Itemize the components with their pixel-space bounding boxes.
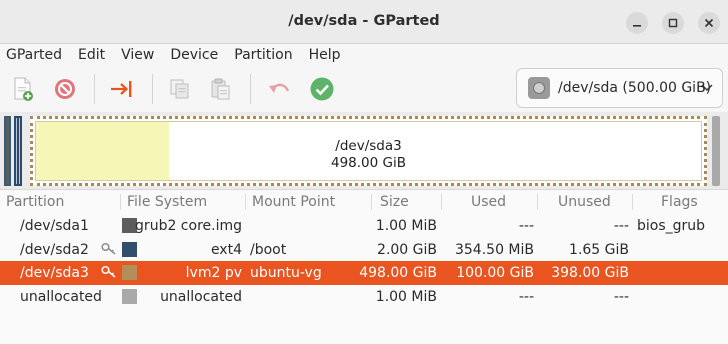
menu-view[interactable]: View [113,47,162,63]
partition-block-size: 498.00 GiB [330,155,406,171]
cell-used: 354.50 MiB [454,241,534,258]
partition-block-text: /dev/sda3 498.00 GiB [36,138,701,172]
cell-partition: /dev/sda2 [20,241,89,258]
toolbar-separator [94,74,95,104]
cell-size: 1.00 MiB [375,288,437,305]
menu-edit[interactable]: Edit [70,47,113,63]
cell-size: 2.00 GiB [377,241,437,258]
title-bar: /dev/sda - GParted [0,0,728,44]
device-selector[interactable]: /dev/sda (500.00 GiB) [516,68,723,108]
delete-icon [55,79,75,99]
cell-unused: 398.00 GiB [551,265,629,281]
column-header-mount-point[interactable]: Mount Point [252,194,335,210]
column-divider [537,194,538,210]
cell-flags: bios_grub [637,218,706,234]
column-header-used[interactable]: Used [471,194,506,210]
cell-file-system: ext4 [210,241,242,258]
new-partition-button[interactable] [10,76,36,102]
new-document-icon [14,77,33,101]
delete-partition-button[interactable] [52,76,78,102]
menu-gparted[interactable]: GParted [0,47,70,63]
chevron-down-icon [701,84,713,91]
copy-icon [170,79,189,99]
paste-icon [211,78,230,100]
partition-block-sda3-inner: /dev/sda3 498.00 GiB [35,121,702,181]
cell-file-system: lvm2 pv [185,265,242,281]
mounted-key-icon [101,242,116,255]
partition-block-sda3[interactable]: /dev/sda3 498.00 GiB [30,116,707,186]
column-divider [632,194,633,210]
partition-block-name: /dev/sda3 [335,138,402,154]
toolbar-separator [250,74,251,104]
cell-size: 498.00 GiB [359,265,437,281]
column-header-file-system[interactable]: File System [127,194,207,210]
table-row[interactable]: unallocated unallocated 1.00 MiB --- --- [0,285,728,309]
cell-partition: unallocated [20,288,102,305]
minimize-icon [633,25,641,27]
menu-help[interactable]: Help [301,47,349,63]
resize-move-icon [111,81,132,97]
column-header-flags[interactable]: Flags [661,194,698,210]
close-button[interactable] [698,12,720,34]
table-row[interactable]: /dev/sda3 lvm2 pv ubuntu-vg 498.00 GiB 100.0… [0,261,728,285]
undo-button[interactable] [266,76,292,102]
resize-move-button[interactable] [109,76,135,102]
column-header-partition[interactable]: Partition [6,194,64,210]
cell-used: 100.00 GiB [456,265,534,281]
cell-used: --- [518,218,534,234]
table-row[interactable]: /dev/sda2 ext4/boot 2.00 GiB 354.50 MiB 1.65… [0,238,728,262]
harddisk-icon [528,77,550,99]
cell-partition: /dev/sda1 [20,218,89,234]
mounted-key-icon [101,265,116,278]
window-title: /dev/sda - GParted [288,13,440,29]
minimize-button[interactable] [626,12,648,34]
filesystem-color-swatch [122,241,137,257]
cell-mount-point: ubuntu-vg [250,265,322,281]
partition-map: /dev/sda3 498.00 GiB [0,112,728,190]
cell-size: 1.00 MiB [375,218,437,234]
column-divider [441,194,442,210]
maximize-button[interactable] [662,12,684,34]
menu-bar: GParted Edit View Device Partition Help [0,44,728,66]
table-header: Partition File System Mount Point Size U… [0,190,728,214]
cell-unused: --- [613,218,629,234]
apply-button[interactable] [309,76,335,102]
undo-icon [269,83,290,93]
cell-used: --- [518,288,534,305]
cell-mount-point: /boot [250,241,287,258]
partition-table: Partition File System Mount Point Size U… [0,190,728,308]
cell-unused: 1.65 GiB [569,241,629,258]
table-row[interactable]: /dev/sda1 grub2 core.img 1.00 MiB --- --- bio… [0,214,728,238]
column-divider [120,194,121,210]
close-icon [704,18,714,28]
paste-button[interactable] [208,76,234,102]
apply-check-icon [310,77,334,101]
menu-device[interactable]: Device [162,47,226,63]
toolbar-separator [152,74,153,104]
partition-block-sda2[interactable] [14,116,22,186]
filesystem-color-swatch [122,288,137,304]
menu-partition[interactable]: Partition [226,47,300,63]
maximize-icon [668,18,678,28]
cell-unused: --- [613,288,629,305]
table-body: /dev/sda1 grub2 core.img 1.00 MiB --- --- bio… [0,214,728,308]
column-header-size[interactable]: Size [380,194,409,210]
column-divider [245,194,246,210]
cell-file-system: grub2 core.img [135,218,242,234]
cell-partition: /dev/sda3 [20,265,89,281]
column-divider [371,194,372,210]
device-selector-label: /dev/sda (500.00 GiB) [558,80,712,96]
copy-button[interactable] [167,76,193,102]
cell-file-system: unallocated [160,288,242,305]
partition-block-sda1[interactable] [4,116,11,186]
filesystem-color-swatch [122,265,137,280]
column-header-unused[interactable]: Unused [558,194,611,210]
partition-block-unallocated[interactable] [712,116,720,186]
